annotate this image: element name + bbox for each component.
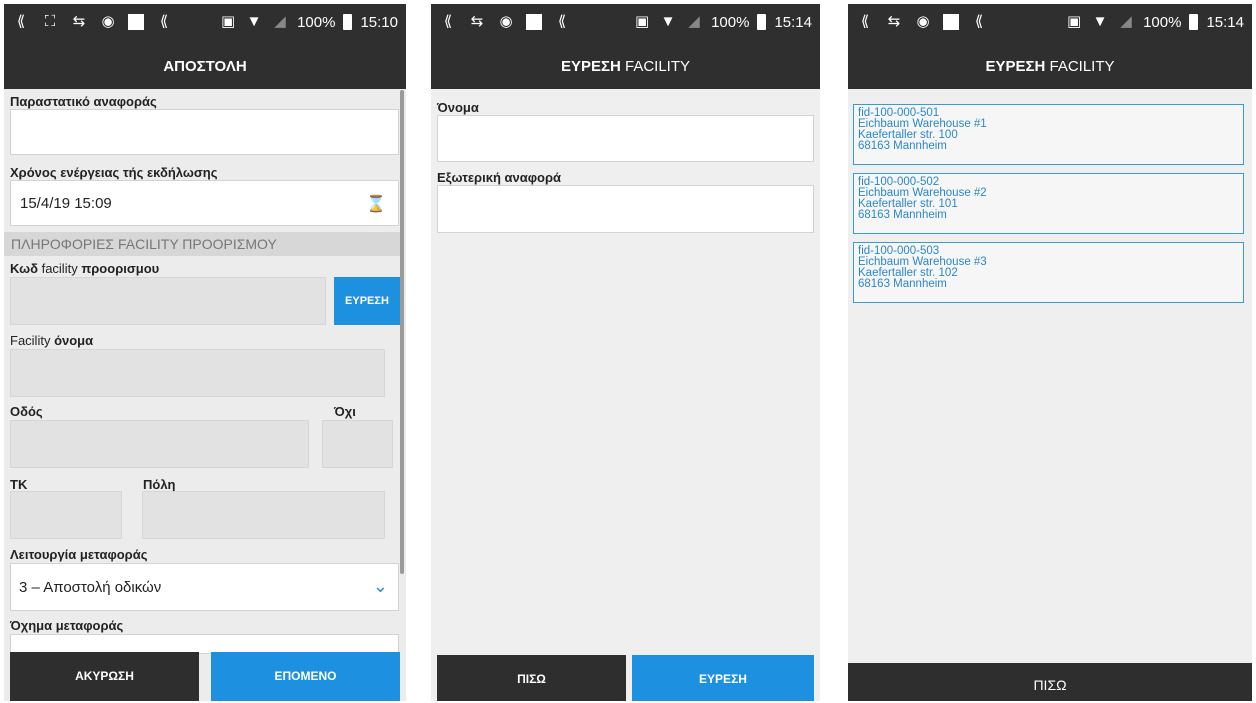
- notification-square-icon: [526, 14, 542, 30]
- screen-find-facility-search: ⟪ ⇆ ◉ ⟪ ▣ ▼ ◢ 100% 15:14 ΕΥΡΕΣΗ FACILITY…: [431, 4, 820, 701]
- status-bar: ⟪ ⛶ ⇆ ◉ ⟪ ▣ ▼ ◢ 100% 15:10: [4, 4, 406, 44]
- cancel-button[interactable]: ΑΚΥΡΩΣΗ: [10, 652, 199, 701]
- zip-input[interactable]: [10, 491, 122, 539]
- city-input[interactable]: [142, 491, 385, 539]
- vehicle-label: Όχημα μεταφοράς: [10, 618, 124, 633]
- usb-icon: ⇆: [72, 13, 86, 30]
- send-icon: ⟪: [557, 13, 567, 30]
- reference-document-label: Παραστατικό αναφοράς: [10, 94, 157, 109]
- street-input[interactable]: [10, 420, 309, 468]
- page-title: ΑΠΟΣΤΟΛΗ: [4, 44, 406, 89]
- send-icon: ⟪: [159, 13, 169, 30]
- section-header: ΠΛΗΡΟΦΟΡΙΕΣ FACILITY ΠΡΟΟΡΙΣΜΟΥ: [4, 232, 400, 256]
- usb-icon: ⇆: [887, 13, 901, 30]
- facility-city: 68163 Mannheim: [858, 140, 947, 152]
- no-signal-icon: ◢: [688, 13, 700, 30]
- city-label: Πόλη: [143, 477, 176, 492]
- back-arrow-icon: ⟪: [860, 13, 870, 30]
- send-icon: ⟪: [974, 13, 984, 30]
- find-button[interactable]: ΕΥΡΕΣΗ: [632, 655, 814, 701]
- screen-shipment: ⟪ ⛶ ⇆ ◉ ⟪ ▣ ▼ ◢ 100% 15:10 ΑΠΟΣΤΟΛΗ Παρα…: [4, 4, 406, 701]
- facility-result-card[interactable]: fid-100-000-502 Eichbaum Warehouse #2 Ka…: [853, 173, 1244, 234]
- no-signal-icon: ◢: [1120, 13, 1132, 30]
- status-bar: ⟪ ⇆ ◉ ⟪ ▣ ▼ ◢ 100% 15:14: [431, 4, 820, 44]
- find-facility-button[interactable]: ΕΥΡΕΣΗ: [334, 277, 400, 325]
- street-label: Οδός: [10, 404, 43, 419]
- screen-find-facility-results: ⟪ ⇆ ◉ ⟪ ▣ ▼ ◢ 100% 15:14 ΕΥΡΕΣΗ FACILITY…: [848, 4, 1252, 701]
- facility-name-input[interactable]: [10, 349, 385, 397]
- android-icon: ◉: [101, 13, 115, 30]
- number-label: Όχι: [334, 404, 356, 419]
- cast-icon: ▣: [1066, 13, 1082, 30]
- vehicle-input[interactable]: [10, 634, 399, 654]
- notification-square-icon: [943, 14, 959, 30]
- page-title: ΕΥΡΕΣΗ FACILITY: [848, 44, 1252, 89]
- wifi-icon: ▼: [246, 13, 262, 30]
- cast-icon: ▣: [220, 13, 236, 30]
- transport-mode-select[interactable]: 3 – Αποστολή οδικών ⌄: [10, 563, 399, 611]
- facility-result-card[interactable]: fid-100-000-503 Eichbaum Warehouse #3 Ka…: [853, 242, 1244, 303]
- battery-percent: 100%: [297, 13, 336, 31]
- wifi-icon: ▼: [1092, 13, 1108, 30]
- chevron-down-icon: ⌄: [372, 576, 388, 596]
- wifi-icon: ▼: [660, 13, 676, 30]
- clock: 15:10: [360, 13, 398, 31]
- android-icon: ◉: [499, 13, 513, 30]
- no-signal-icon: ◢: [274, 13, 286, 30]
- facility-city: 68163 Mannheim: [858, 209, 947, 221]
- battery-icon: [343, 14, 353, 30]
- cast-icon: ▣: [634, 13, 650, 30]
- back-button[interactable]: ΠΙΣΩ: [848, 663, 1252, 701]
- hourglass-icon[interactable]: ⌛: [366, 194, 386, 214]
- event-time-input[interactable]: 15/4/19 15:09 ⌛: [10, 180, 399, 226]
- screenshot-icon: ⛶: [44, 13, 56, 30]
- reference-document-input[interactable]: [10, 109, 399, 155]
- number-input[interactable]: [322, 420, 393, 468]
- back-button[interactable]: ΠΙΣΩ: [437, 655, 626, 701]
- usb-icon: ⇆: [470, 13, 484, 30]
- android-icon: ◉: [916, 13, 930, 30]
- page-title: ΕΥΡΕΣΗ FACILITY: [431, 44, 820, 89]
- back-arrow-icon: ⟪: [16, 13, 26, 30]
- external-reference-input[interactable]: [437, 185, 814, 233]
- clock: 15:14: [774, 13, 812, 31]
- facility-city: 68163 Mannheim: [858, 278, 947, 290]
- zip-label: ΤΚ: [10, 477, 28, 492]
- name-label: Όνομα: [437, 100, 479, 115]
- back-arrow-icon: ⟪: [443, 13, 453, 30]
- dest-facility-code-input[interactable]: [10, 277, 326, 325]
- scrollbar[interactable]: [400, 90, 404, 574]
- battery-percent: 100%: [1143, 13, 1182, 31]
- name-input[interactable]: [437, 115, 814, 162]
- battery-icon: [757, 14, 767, 30]
- event-time-label: Χρόνος ενέργειας τής εκδήλωσης: [10, 165, 218, 180]
- external-reference-label: Εξωτερική αναφορά: [437, 170, 561, 185]
- facility-result-card[interactable]: fid-100-000-501 Eichbaum Warehouse #1 Ka…: [853, 104, 1244, 165]
- status-bar: ⟪ ⇆ ◉ ⟪ ▣ ▼ ◢ 100% 15:14: [848, 4, 1252, 44]
- battery-icon: [1189, 14, 1199, 30]
- facility-name-label: Facility όνομα: [10, 333, 94, 348]
- next-button[interactable]: ΕΠΟΜΕΝΟ: [211, 652, 400, 701]
- battery-percent: 100%: [711, 13, 750, 31]
- notification-square-icon: [128, 14, 144, 30]
- dest-facility-code-label: Κωδ facility προορισμου: [10, 261, 160, 276]
- clock: 15:14: [1206, 13, 1244, 31]
- transport-mode-label: Λειτουργία μεταφοράς: [10, 547, 148, 562]
